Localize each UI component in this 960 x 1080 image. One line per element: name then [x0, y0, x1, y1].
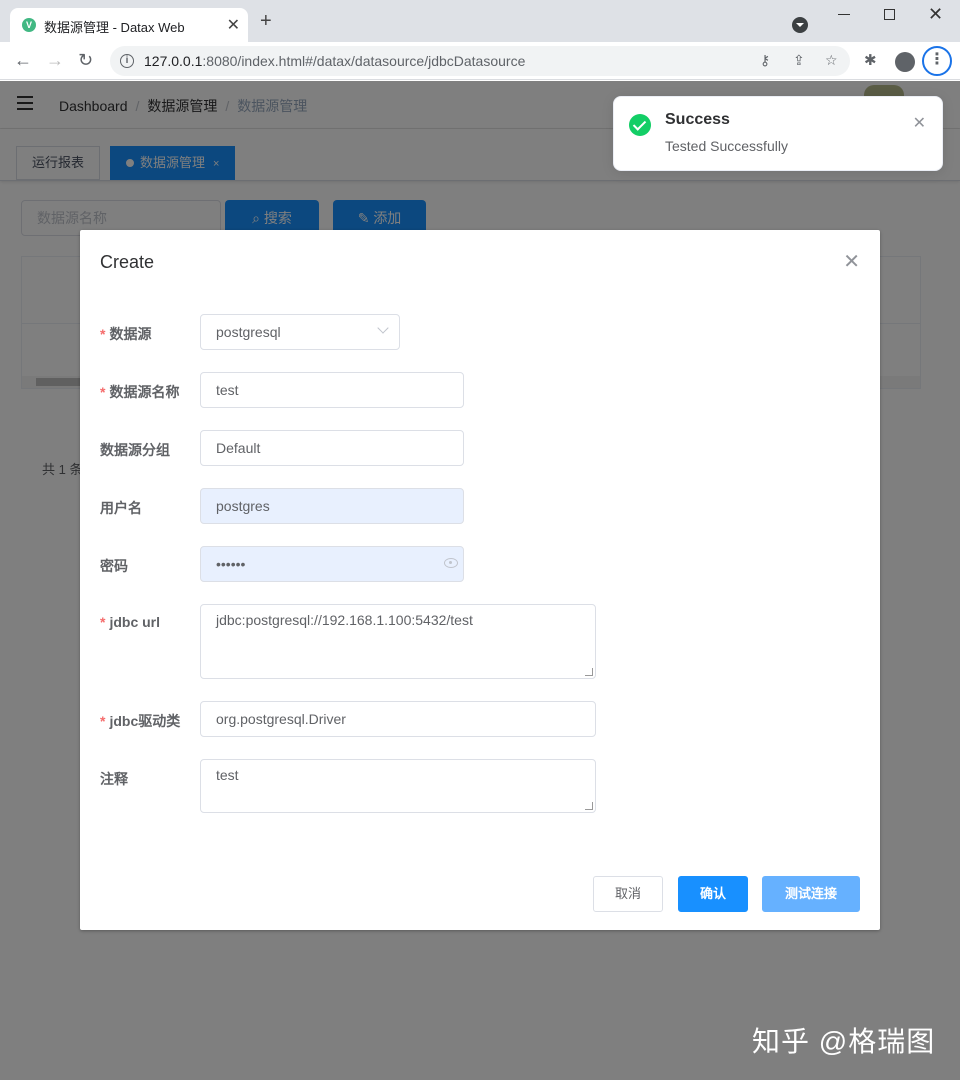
dialog-title: Create — [100, 252, 155, 272]
password-label: 密码 — [100, 558, 128, 574]
forward-arrow-icon[interactable]: → — [46, 50, 64, 70]
eye-icon[interactable] — [444, 558, 458, 568]
resize-handle-icon[interactable] — [585, 668, 593, 676]
datasource-name-label: * 数据源名称 — [100, 384, 180, 400]
success-check-icon — [629, 114, 651, 136]
back-arrow-icon[interactable]: ← — [14, 50, 32, 70]
datasource-select[interactable]: postgresql — [200, 314, 400, 350]
datasource-name-field[interactable]: test — [200, 372, 464, 408]
browser-toolbar: ← → ↻ i 127.0.0.1:8080/index.html#/datax… — [0, 42, 960, 80]
bookmark-star-icon[interactable]: ☆ — [825, 52, 838, 69]
jdbc-url-textarea[interactable]: jdbc:postgresql://192.168.1.100:5432/tes… — [200, 604, 596, 679]
tab-title: 数据源管理 - Datax Web — [44, 20, 185, 35]
tab-close-icon[interactable]: ✕ — [227, 15, 240, 35]
password-field[interactable]: •••••• — [200, 546, 464, 582]
username-field[interactable]: postgres — [200, 488, 464, 524]
profile-avatar-icon[interactable] — [895, 52, 915, 72]
username-label: 用户名 — [100, 500, 142, 516]
extensions-puzzle-icon[interactable]: ✱ — [864, 51, 877, 69]
window-maximize-icon[interactable] — [884, 9, 895, 20]
comment-textarea[interactable]: test — [200, 759, 596, 813]
notification-title: Success — [665, 111, 730, 128]
jdbc-driver-field[interactable]: org.postgresql.Driver — [200, 701, 596, 737]
address-bar[interactable]: i 127.0.0.1:8080/index.html#/datax/datas… — [110, 46, 850, 76]
notification-close-icon[interactable]: ✕ — [913, 113, 926, 133]
new-tab-icon[interactable]: + — [260, 11, 272, 31]
jdbc-driver-label: * jdbc驱动类 — [100, 713, 181, 729]
browser-tabstrip: V 数据源管理 - Datax Web ✕ + ✕ — [0, 0, 960, 42]
reload-icon[interactable]: ↻ — [78, 50, 93, 70]
site-info-icon[interactable]: i — [120, 54, 134, 68]
resize-handle-icon[interactable] — [585, 802, 593, 810]
window-minimize-icon[interactable] — [838, 14, 850, 15]
success-notification: Success Tested Successfully ✕ — [613, 96, 943, 171]
chevron-down-icon — [377, 322, 389, 334]
window-close-icon[interactable]: ✕ — [928, 4, 943, 25]
browser-menu-icon[interactable]: ⋮ — [922, 46, 952, 76]
datasource-label: * 数据源 — [100, 326, 152, 342]
cancel-button[interactable]: 取消 — [593, 876, 663, 912]
watermark: 知乎 @格瑞图 — [752, 1026, 936, 1057]
url-text: 127.0.0.1:8080/index.html#/datax/datasou… — [144, 53, 526, 69]
tab-search-icon[interactable] — [792, 17, 808, 33]
vue-favicon-icon: V — [22, 18, 36, 32]
dialog-close-icon[interactable]: ✕ — [843, 249, 860, 274]
browser-tab[interactable]: V 数据源管理 - Datax Web ✕ — [10, 8, 248, 42]
confirm-button[interactable]: 确认 — [678, 876, 748, 912]
datasource-group-field[interactable]: Default — [200, 430, 464, 466]
comment-label: 注释 — [100, 771, 128, 787]
notification-message: Tested Successfully — [665, 138, 788, 154]
create-dialog: Create ✕ * 数据源 postgresql * 数据源名称 test 数据源… — [80, 230, 880, 930]
datasource-group-label: 数据源分组 — [100, 442, 170, 458]
test-connection-button[interactable]: 测试连接 — [762, 876, 860, 912]
jdbc-url-label: * jdbc url — [100, 614, 161, 630]
key-icon[interactable]: ⚷ — [760, 52, 770, 69]
share-icon[interactable]: ⇪ — [793, 52, 805, 69]
